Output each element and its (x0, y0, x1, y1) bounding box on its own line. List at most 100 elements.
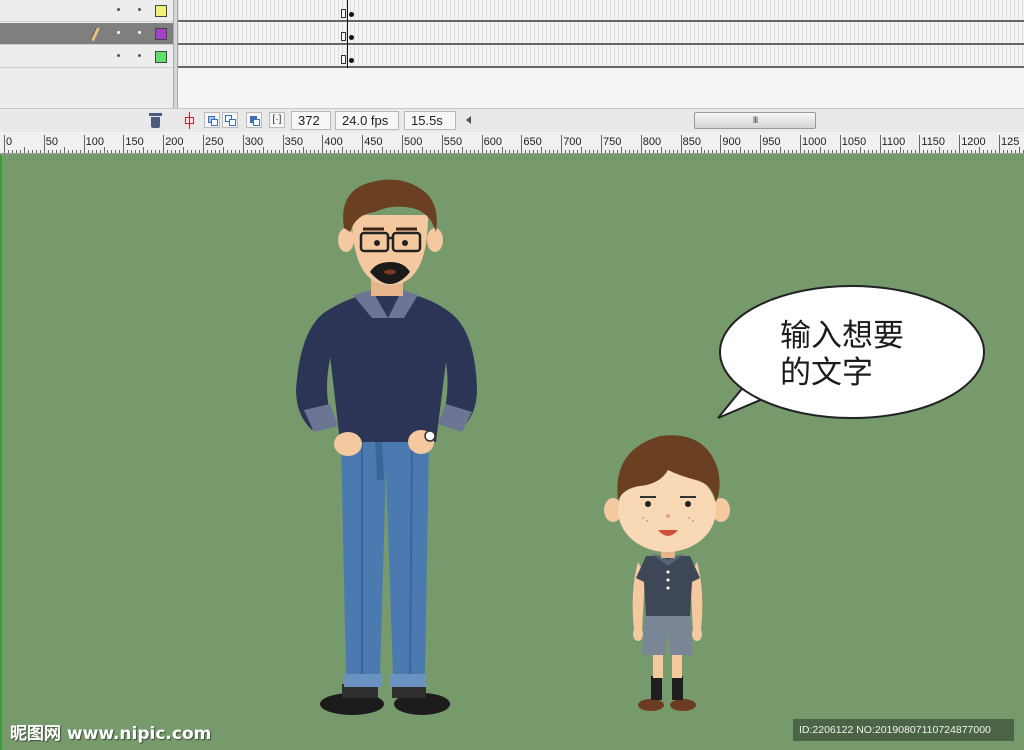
center-frame-icon[interactable] (183, 112, 196, 129)
keyframe-marker[interactable] (341, 9, 346, 18)
ruler-major-tick (362, 135, 364, 153)
ruler-minor-tick (139, 150, 141, 153)
ruler-tick-label: 1150 (921, 136, 946, 148)
visibility-dot[interactable] (117, 8, 120, 11)
frame-row-2[interactable] (178, 23, 1024, 45)
speech-bubble-text[interactable]: 输入想要 的文字 (780, 318, 950, 392)
lock-dot[interactable] (138, 54, 141, 57)
ruler-minor-tick (533, 150, 535, 153)
visibility-dot[interactable] (117, 54, 120, 57)
keyframe-dot[interactable] (349, 58, 354, 63)
ruler-minor-tick (445, 150, 447, 153)
onion-skin-button[interactable] (204, 112, 220, 128)
ruler-minor-tick (585, 150, 587, 153)
layer-color-swatch[interactable] (155, 51, 167, 63)
ruler-minor-tick (935, 150, 937, 153)
frame-row-1[interactable] (178, 0, 1024, 22)
ruler-minor-tick (557, 150, 559, 153)
ruler-minor-tick (131, 150, 133, 153)
keyframe-dot[interactable] (349, 12, 354, 17)
ruler-minor-tick (569, 150, 571, 153)
layer-row-3[interactable] (0, 46, 173, 68)
ruler-minor-tick (421, 147, 423, 153)
ruler-minor-tick (425, 150, 427, 153)
layer-row-1[interactable] (0, 0, 173, 22)
ruler-tick-label: 50 (45, 136, 59, 148)
man-character[interactable] (296, 179, 477, 715)
ruler-minor-tick (911, 150, 913, 153)
ruler-tick-label: 1050 (841, 136, 867, 148)
ruler-tick-label: 125 (1001, 136, 1020, 148)
ruler-minor-tick (489, 150, 491, 153)
ruler-minor-tick (939, 147, 941, 153)
ruler-minor-tick (222, 147, 224, 153)
elapsed-time-field: 15.5s (404, 111, 456, 130)
ruler-minor-tick (214, 150, 216, 153)
ruler-minor-tick (716, 150, 718, 153)
ruler-minor-tick (67, 150, 69, 153)
boy-character[interactable] (604, 435, 730, 711)
frame-rate-field[interactable]: 24.0 fps (335, 111, 399, 130)
layer-color-swatch[interactable] (155, 5, 167, 17)
ruler-minor-tick (350, 150, 352, 153)
ruler-tick-label: 550 (443, 136, 463, 148)
frame-grid[interactable] (178, 0, 1024, 108)
ruler-major-tick (322, 135, 324, 153)
ruler-minor-tick (815, 150, 817, 153)
ruler-minor-tick (278, 150, 280, 153)
ruler-minor-tick (740, 147, 742, 153)
ruler-major-tick (123, 135, 125, 153)
ruler-minor-tick (294, 150, 296, 153)
ruler-minor-tick (963, 150, 965, 153)
ruler-minor-tick (382, 147, 384, 153)
ruler-minor-tick (354, 150, 356, 153)
ruler-minor-tick (469, 150, 471, 153)
visibility-dot[interactable] (117, 31, 120, 34)
layer-list (0, 0, 173, 108)
scrollbar-thumb[interactable]: III (694, 112, 816, 129)
scroll-left-arrow-icon[interactable] (466, 116, 471, 124)
lock-dot[interactable] (138, 8, 141, 11)
ruler-minor-tick (883, 150, 885, 153)
ruler-minor-tick (505, 150, 507, 153)
ruler-minor-tick (457, 150, 459, 153)
ruler-minor-tick (660, 147, 662, 153)
lock-dot[interactable] (138, 31, 141, 34)
edit-multiple-frames-button[interactable] (246, 112, 262, 128)
horizontal-ruler: 0 50 100 150 200 250 300 350 400 450 500 550 600 650 7… (0, 132, 1024, 154)
ruler-minor-tick (987, 150, 989, 153)
keyframe-marker[interactable] (341, 32, 346, 41)
keyframe-dot[interactable] (349, 35, 354, 40)
playhead[interactable] (347, 0, 348, 68)
ruler-minor-tick (803, 150, 805, 153)
ruler-minor-tick (262, 147, 264, 153)
ruler-tick-label: 700 (563, 136, 582, 148)
onion-outlines-button[interactable] (222, 112, 238, 128)
ruler-minor-tick (744, 150, 746, 153)
ruler-minor-tick (39, 150, 41, 153)
ruler-minor-tick (1002, 150, 1004, 153)
modify-markers-button[interactable]: [·] (269, 112, 285, 128)
ruler-major-tick (43, 135, 45, 153)
layer-color-swatch[interactable] (155, 28, 167, 40)
ruler-minor-tick (485, 150, 487, 153)
ruler-major-tick (561, 135, 563, 153)
layer-row-2[interactable] (0, 23, 173, 45)
ruler-minor-tick (274, 150, 276, 153)
ruler-minor-tick (756, 150, 758, 153)
keyframe-marker[interactable] (341, 55, 346, 64)
ruler-tick-label: 750 (603, 136, 622, 148)
frame-row-3[interactable] (178, 46, 1024, 68)
ruler-minor-tick (119, 150, 121, 153)
ruler-minor-tick (708, 150, 710, 153)
ruler-minor-tick (103, 147, 105, 153)
ruler-minor-tick (915, 150, 917, 153)
ruler-minor-tick (501, 147, 503, 153)
ruler-minor-tick (1006, 150, 1008, 153)
ruler-minor-tick (413, 150, 415, 153)
ruler-minor-tick (537, 150, 539, 153)
trash-icon[interactable] (149, 113, 162, 128)
current-frame-field[interactable]: 372 (291, 111, 331, 130)
ruler-major-tick (402, 135, 403, 153)
ruler-minor-tick (724, 150, 726, 153)
